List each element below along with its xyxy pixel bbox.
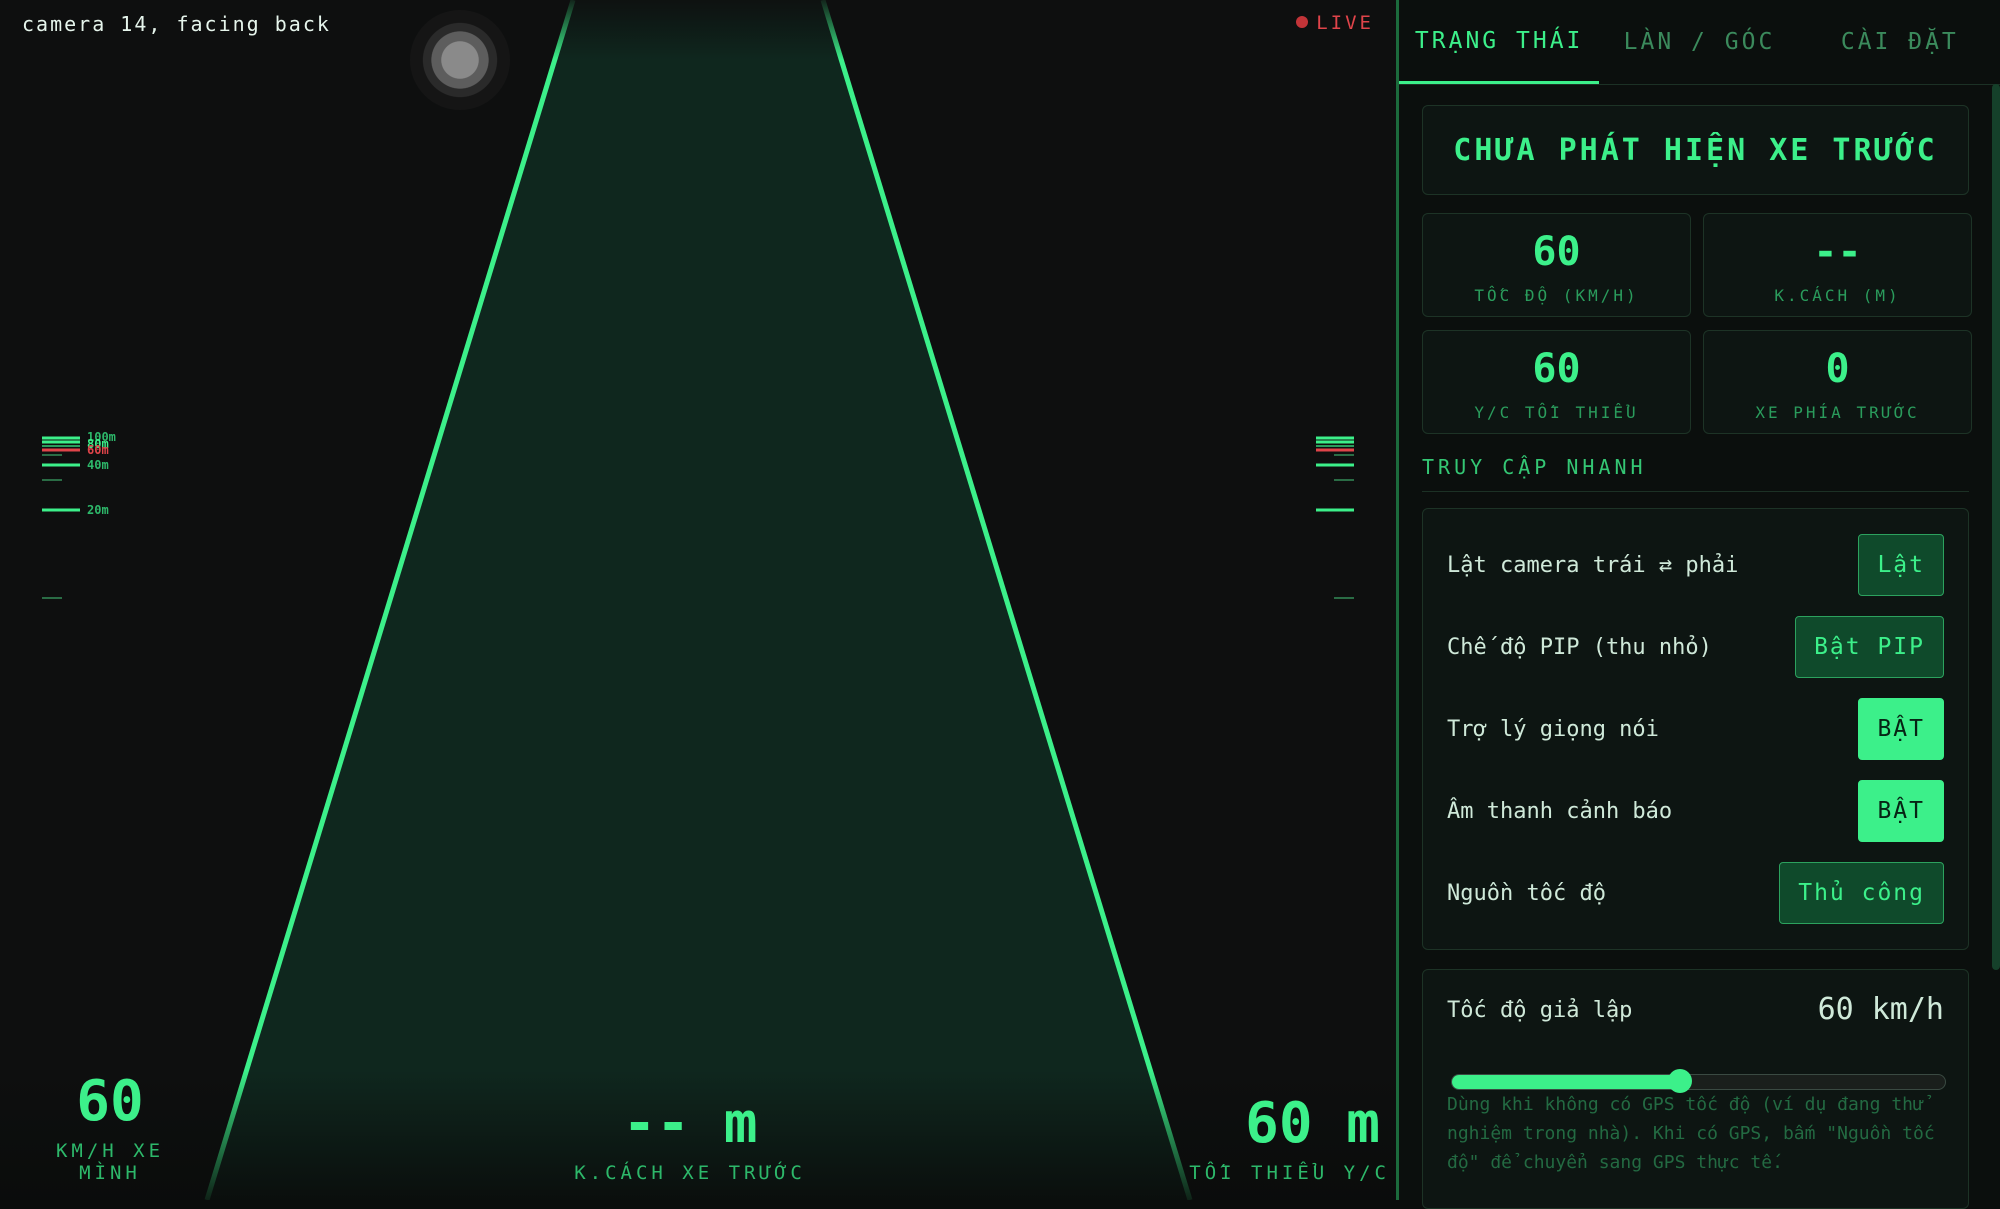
own-speed-label: KM/H XE MÌNH (55, 1140, 165, 1184)
stat-min-required-label: Y/C TỐI THIỂU (1474, 403, 1639, 422)
min-gap-readout: 60 m TỐI THIỂU Y/C (1178, 1091, 1390, 1185)
speed-source-label: Nguồn tốc độ (1447, 880, 1606, 906)
row-voice-assistant: Trợ lý giọng nói BẬT (1447, 697, 1944, 761)
tab-bar: TRẠNG THÁI LÀN / GÓC CÀI ĐẶT (1399, 0, 2000, 85)
row-flip-camera: Lật camera trái ⇄ phải Lật (1447, 533, 1944, 597)
own-speed-value: 60 (76, 1069, 144, 1134)
min-gap-value: 60 m (1245, 1091, 1380, 1156)
front-distance-readout: -- m K.CÁCH XE TRƯỚC (560, 1091, 820, 1185)
front-distance-label: K.CÁCH XE TRƯỚC (574, 1162, 806, 1184)
simulated-speed-label: Tốc độ giả lập (1447, 998, 1633, 1023)
front-distance-value: -- m (622, 1091, 758, 1156)
warning-sound-toggle[interactable]: BẬT (1858, 780, 1944, 842)
voice-assistant-toggle[interactable]: BẬT (1858, 698, 1944, 760)
simulated-speed-slider[interactable] (1451, 1069, 1946, 1093)
scale-label-40m: 40m (87, 458, 109, 472)
camera-view: 100m 80m 60m 40m 20m camera 14, facing b… (0, 0, 1396, 1200)
stat-distance-label: K.CÁCH (M) (1774, 286, 1901, 305)
simulated-speed-value: 60 km/h (1817, 992, 1944, 1027)
right-distance-scale (1316, 436, 1354, 599)
lane-overlay (0, 0, 1396, 1200)
row-pip-mode: Chế độ PIP (thu nhỏ) Bật PIP (1447, 615, 1944, 679)
left-distance-scale (42, 436, 80, 599)
tab-settings[interactable]: CÀI ĐẶT (1800, 0, 2000, 84)
warning-sound-label: Âm thanh cảnh báo (1447, 798, 1673, 824)
scale-label-60m: 60m (87, 443, 109, 457)
stat-min-required: 60 Y/C TỐI THIỂU (1422, 330, 1691, 434)
flip-camera-button[interactable]: Lật (1858, 534, 1944, 596)
detection-status-banner: CHƯA PHÁT HIỆN XE TRƯỚC (1422, 105, 1969, 195)
row-speed-source: Nguồn tốc độ Thủ công (1447, 861, 1944, 925)
camera-lens-icon (410, 10, 510, 110)
stat-speed-label: TỐC ĐỘ (KM/H) (1474, 286, 1639, 305)
stat-vehicles-ahead: 0 XE PHÍA TRƯỚC (1703, 330, 1972, 434)
panel-scrollbar[interactable] (1992, 84, 2000, 970)
scale-label-20m: 20m (87, 503, 109, 517)
slider-fill (1452, 1075, 1680, 1089)
pip-mode-button[interactable]: Bật PIP (1795, 616, 1944, 678)
stat-vehicles-ahead-value: 0 (1825, 346, 1850, 392)
quick-access-card: Lật camera trái ⇄ phải Lật Chế độ PIP (t… (1422, 508, 1969, 950)
stat-vehicles-ahead-label: XE PHÍA TRƯỚC (1755, 403, 1920, 422)
tab-status[interactable]: TRẠNG THÁI (1399, 0, 1600, 84)
row-warning-sound: Âm thanh cảnh báo BẬT (1447, 779, 1944, 843)
stat-distance: -- K.CÁCH (M) (1703, 213, 1972, 317)
flip-camera-label: Lật camera trái ⇄ phải (1447, 552, 1739, 578)
voice-assistant-label: Trợ lý giọng nói (1447, 716, 1659, 742)
live-indicator: LIVE (1296, 12, 1374, 34)
speed-source-button[interactable]: Thủ công (1779, 862, 1944, 924)
stat-speed: 60 TỐC ĐỘ (KM/H) (1422, 213, 1691, 317)
stat-min-required-value: 60 (1532, 346, 1581, 392)
lane-fill (207, 0, 1190, 1200)
tab-lane-angle[interactable]: LÀN / GÓC (1599, 0, 1799, 84)
side-panel: TRẠNG THÁI LÀN / GÓC CÀI ĐẶT CHƯA PHÁT H… (1396, 0, 2000, 1209)
simulated-speed-card: Tốc độ giả lập 60 km/h Dùng khi không có… (1422, 969, 1969, 1209)
own-speed-readout: 60 KM/H XE MÌNH (20, 1069, 200, 1185)
simulated-speed-hint: Dùng khi không có GPS tốc độ (ví dụ đang… (1447, 1094, 1935, 1173)
pip-mode-label: Chế độ PIP (thu nhỏ) (1447, 634, 1712, 660)
live-label: LIVE (1316, 12, 1374, 34)
min-gap-label: TỐI THIỂU Y/C (1189, 1162, 1390, 1184)
stat-speed-value: 60 (1532, 229, 1581, 275)
quick-access-title: TRUY CẬP NHANH (1422, 455, 1969, 492)
camera-label: camera 14, facing back (22, 12, 331, 36)
live-dot-icon (1296, 16, 1309, 28)
stat-distance-value: -- (1813, 229, 1862, 275)
